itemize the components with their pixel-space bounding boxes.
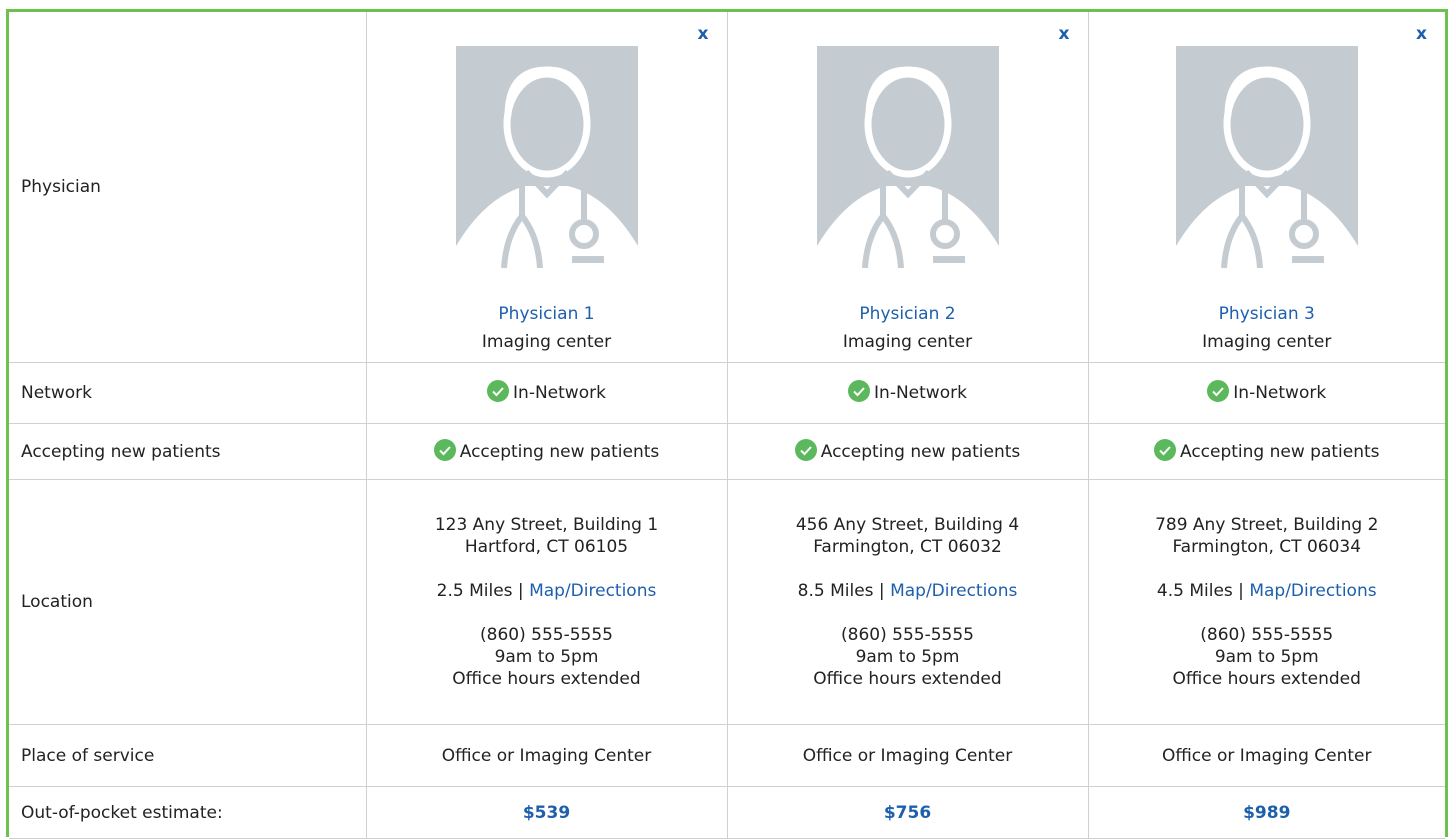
network-status: In-Network [726, 362, 1089, 424]
hours-note: Office hours extended [813, 669, 1002, 689]
accepting-status-text: Accepting new patients [820, 441, 1021, 462]
place-of-service: Office or Imaging Center [365, 724, 728, 787]
phone-number: (860) 555-5555 [841, 625, 974, 645]
row-location: Location 123 Any Street, Building 1 Hart… [9, 479, 1445, 725]
network-status: In-Network [1087, 362, 1445, 424]
place-of-service: Office or Imaging Center [726, 724, 1089, 787]
address-line-1: 123 Any Street, Building 1 [434, 515, 659, 535]
physician-avatar-icon [455, 46, 638, 282]
map-directions-link[interactable]: Map/Directions [1249, 581, 1376, 601]
address-line-2: Farmington, CT 06032 [813, 537, 1002, 557]
check-circle-icon [433, 438, 456, 461]
network-status-text: In-Network [1233, 383, 1327, 403]
row-accepting: Accepting new patients Accepting new pat… [9, 423, 1445, 480]
remove-physician-1-button[interactable]: x [698, 26, 709, 43]
map-directions-link[interactable]: Map/Directions [529, 581, 656, 601]
office-hours: 9am to 5pm [494, 647, 599, 667]
hours-note: Office hours extended [1172, 669, 1361, 689]
row-label-estimate: Out-of-pocket estimate: [9, 786, 367, 839]
row-label-place: Place of service [9, 724, 367, 787]
row-physician: Physician x Physician 1 Imaging center x [9, 12, 1445, 363]
location-info: 456 Any Street, Building 4 Farmington, C… [726, 479, 1089, 725]
distance: 2.5 Miles | [436, 581, 524, 601]
out-of-pocket-estimate: $989 [1087, 786, 1445, 839]
row-label-network: Network [9, 362, 367, 424]
accepting-status-text: Accepting new patients [459, 441, 660, 462]
address-line-2: Hartford, CT 06105 [464, 537, 629, 557]
phone-number: (860) 555-5555 [480, 625, 613, 645]
remove-physician-3-button[interactable]: x [1416, 26, 1427, 43]
distance: 8.5 Miles | [797, 581, 885, 601]
physician-name-link[interactable]: Physician 1 [367, 304, 727, 324]
location-info: 123 Any Street, Building 1 Hartford, CT … [365, 479, 728, 725]
map-directions-link[interactable]: Map/Directions [890, 581, 1017, 601]
row-label-physician: Physician [9, 12, 367, 363]
check-circle-icon [1207, 380, 1230, 402]
row-network: Network In-Network In-Network In-Network [9, 362, 1445, 424]
row-place-of-service: Place of service Office or Imaging Cente… [9, 724, 1445, 787]
network-status-text: In-Network [513, 383, 606, 403]
physician-avatar-icon [1175, 46, 1358, 282]
physician-name-link[interactable]: Physician 3 [1089, 304, 1446, 324]
physician-type: Imaging center [1202, 332, 1332, 352]
physician-comparison-table: Physician x Physician 1 Imaging center x [9, 12, 1445, 839]
hours-note: Office hours extended [452, 669, 641, 689]
accepting-status-text: Accepting new patients [1179, 441, 1380, 462]
phone-number: (860) 555-5555 [1200, 625, 1334, 645]
row-label-location: Location [9, 479, 367, 725]
network-status: In-Network [365, 362, 728, 424]
accepting-status: Accepting new patients [365, 423, 728, 480]
physician-avatar-icon [816, 46, 999, 282]
physician-type: Imaging center [481, 332, 612, 352]
physician-card: x Physician 2 Imaging center [726, 12, 1089, 363]
physician-card: x Physician 3 Imaging center [1087, 12, 1446, 363]
distance: 4.5 Miles | [1156, 581, 1244, 601]
check-circle-icon [848, 380, 871, 402]
place-of-service: Office or Imaging Center [1087, 724, 1445, 787]
office-hours: 9am to 5pm [855, 647, 960, 667]
row-label-accepting: Accepting new patients [9, 423, 367, 480]
address-line-1: 456 Any Street, Building 4 [795, 515, 1020, 535]
row-estimate: Out-of-pocket estimate: $539 $756 $989 [9, 786, 1445, 839]
office-hours: 9am to 5pm [1214, 647, 1319, 667]
address-line-2: Farmington, CT 06034 [1172, 537, 1362, 557]
remove-physician-2-button[interactable]: x [1059, 26, 1070, 43]
network-status-text: In-Network [874, 383, 967, 403]
physician-name-link[interactable]: Physician 2 [728, 304, 1088, 324]
location-info: 789 Any Street, Building 2 Farmington, C… [1087, 479, 1445, 725]
check-circle-icon [1153, 438, 1176, 461]
check-circle-icon [794, 438, 817, 461]
accepting-status: Accepting new patients [726, 423, 1089, 480]
physician-type: Imaging center [842, 332, 973, 352]
check-circle-icon [487, 380, 510, 402]
address-line-1: 789 Any Street, Building 2 [1155, 515, 1379, 535]
physician-card: x Physician 1 Imaging center [365, 12, 728, 363]
out-of-pocket-estimate: $756 [726, 786, 1089, 839]
out-of-pocket-estimate: $539 [365, 786, 728, 839]
accepting-status: Accepting new patients [1087, 423, 1445, 480]
comparison-panel: Physician x Physician 1 Imaging center x [6, 9, 1448, 839]
